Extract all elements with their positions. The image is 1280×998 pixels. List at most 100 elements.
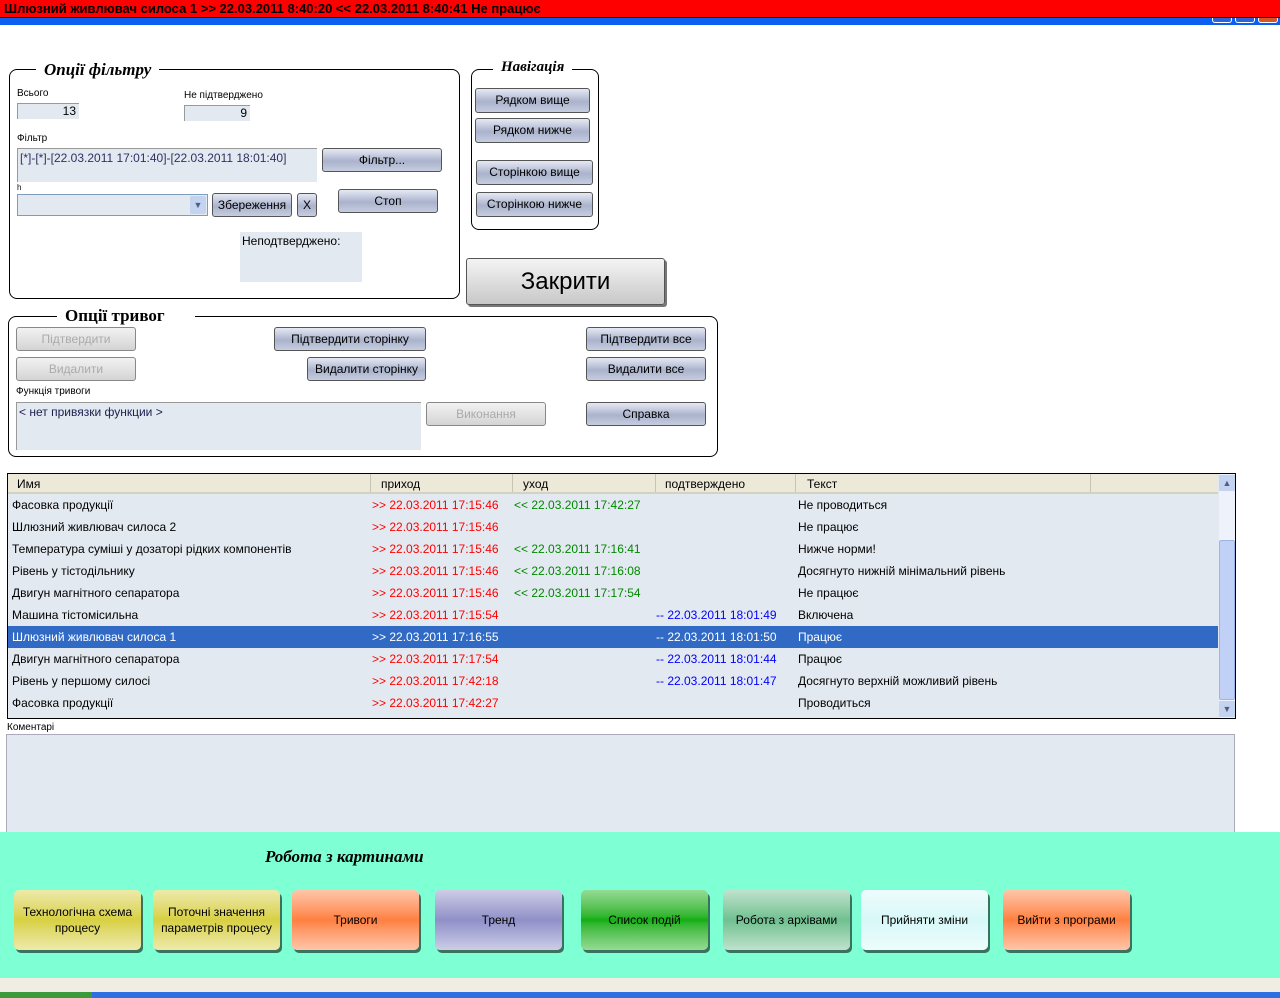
cell-name: Рівень у тістодільнику xyxy=(12,564,135,578)
cell-in: >> 22.03.2011 17:42:18 xyxy=(372,674,499,688)
cell-ack: -- 22.03.2011 18:01:50 xyxy=(656,630,777,644)
total-label: Всього xyxy=(17,88,49,99)
alarm-banner: Шлюзний живлювач силоса 1 >> 22.03.2011 … xyxy=(0,0,1280,18)
status-strip xyxy=(0,978,1280,992)
delete-button[interactable]: Видалити xyxy=(16,357,136,381)
table-row[interactable]: Шлюзний живлювач силоса 2 >> 22.03.2011 1… xyxy=(8,516,1218,538)
cell-out: << 22.03.2011 17:16:41 xyxy=(514,542,641,556)
close-button[interactable]: Закрити xyxy=(466,258,665,305)
cell-in: >> 22.03.2011 17:15:46 xyxy=(372,520,499,534)
filter-button[interactable]: Фільтр... xyxy=(322,148,442,172)
unconfirmed-info: Неподтверджено: xyxy=(240,232,362,282)
table-scrollbar[interactable]: ▲ ▼ xyxy=(1219,474,1235,718)
cell-out: << 22.03.2011 17:16:08 xyxy=(514,564,641,578)
alarm-options-title: Опції тривог xyxy=(57,306,195,326)
scroll-up-icon[interactable]: ▲ xyxy=(1219,475,1235,491)
cell-text: Досягнуто верхній можливий рівень xyxy=(798,674,998,688)
alarm-function-label: Функція тривоги xyxy=(16,386,91,397)
window-close-button[interactable] xyxy=(1258,18,1278,23)
delete-all-button[interactable]: Видалити все xyxy=(586,357,706,381)
filter-label: Фільтр xyxy=(17,133,48,144)
cell-name: Двигун магнітного сепаратора xyxy=(12,652,180,666)
column-header-ack[interactable]: подтверждено xyxy=(665,477,745,491)
cell-ack: -- 22.03.2011 18:01:47 xyxy=(656,674,777,688)
execute-button[interactable]: Виконання xyxy=(426,402,546,426)
maximize-button[interactable] xyxy=(1235,18,1255,23)
scroll-thumb[interactable] xyxy=(1219,540,1235,700)
cell-name: Фасовка продукції xyxy=(12,696,114,710)
cell-text: Не проводиться xyxy=(798,498,888,512)
cell-text: Проводиться xyxy=(798,696,871,710)
scroll-down-icon[interactable]: ▼ xyxy=(1219,701,1235,717)
filter-preset-select[interactable]: ▼ xyxy=(17,194,208,216)
cell-in: >> 22.03.2011 17:15:46 xyxy=(372,498,499,512)
cell-text: Працює xyxy=(798,652,842,666)
cell-in: >> 22.03.2011 17:15:46 xyxy=(372,564,499,578)
cell-ack: -- 22.03.2011 18:01:44 xyxy=(656,652,777,666)
confirm-button[interactable]: Підтвердити xyxy=(16,327,136,351)
combo-label: h xyxy=(17,183,22,192)
column-header-out[interactable]: уход xyxy=(523,477,548,491)
alarm-table: Имя приход уход подтверждено Текст Фасов… xyxy=(7,473,1236,719)
cell-name: Шлюзний живлювач силоса 2 xyxy=(12,520,177,534)
cell-out: << 22.03.2011 17:17:54 xyxy=(514,586,641,600)
row-down-button[interactable]: Рядком нижче xyxy=(475,118,590,143)
help-button[interactable]: Справка xyxy=(586,402,706,426)
cell-in: >> 22.03.2011 17:16:55 xyxy=(372,630,499,644)
picture-button[interactable]: Поточні значення параметрів процесу xyxy=(153,890,280,950)
column-header-in[interactable]: приход xyxy=(381,477,420,491)
cell-name: Машина тістомісильна xyxy=(12,608,139,622)
table-row[interactable]: Рівень у першому силосі >> 22.03.2011 17:… xyxy=(8,670,1218,692)
table-row[interactable]: Двигун магнітного сепаратора >> 22.03.201… xyxy=(8,648,1218,670)
table-row[interactable]: Температура суміші у дозаторі рідких ком… xyxy=(8,538,1218,560)
total-field: 13 xyxy=(17,103,79,119)
table-row[interactable]: Фасовка продукції >> 22.03.2011 17:42:27 П… xyxy=(8,692,1218,714)
column-header-text[interactable]: Текст xyxy=(807,477,837,491)
filter-options-title: Опції фільтру xyxy=(36,60,160,80)
save-button[interactable]: Збереження xyxy=(212,193,292,217)
table-row[interactable]: Шлюзний живлювач силоса 1 >> 22.03.2011 1… xyxy=(8,626,1218,648)
cell-in: >> 22.03.2011 17:15:46 xyxy=(372,542,499,556)
comments-field[interactable] xyxy=(6,734,1235,834)
cell-text: Не працює xyxy=(798,586,859,600)
cell-name: Двигун магнітного сепаратора xyxy=(12,586,180,600)
cell-name: Рівень у першому силосі xyxy=(12,674,151,688)
picture-button[interactable]: Робота з архівами xyxy=(723,890,850,950)
cell-in: >> 22.03.2011 17:42:27 xyxy=(372,696,499,710)
picture-button[interactable]: Тривоги xyxy=(292,890,419,950)
picture-button[interactable]: Технологічна схема процесу xyxy=(14,890,141,950)
chevron-down-icon[interactable]: ▼ xyxy=(190,196,206,214)
clear-button[interactable]: X xyxy=(297,193,317,217)
picture-button[interactable]: Тренд xyxy=(435,890,562,950)
picture-button[interactable]: Вийти з програми xyxy=(1003,890,1130,950)
unconfirmed-field: 9 xyxy=(184,105,250,121)
cell-out: << 22.03.2011 17:42:27 xyxy=(514,498,641,512)
cell-name: Шлюзний живлювач силоса 1 xyxy=(12,630,177,644)
cell-ack: -- 22.03.2011 18:01:49 xyxy=(656,608,777,622)
column-header-name[interactable]: Имя xyxy=(17,477,40,491)
confirm-page-button[interactable]: Підтвердити сторінку xyxy=(274,327,426,351)
confirm-all-button[interactable]: Підтвердити все xyxy=(586,327,706,351)
picture-button[interactable]: Список подій xyxy=(581,890,708,950)
cell-text: Нижче норми! xyxy=(798,542,876,556)
table-row[interactable]: Фасовка продукції >> 22.03.2011 17:15:46 <… xyxy=(8,494,1218,516)
cell-text: Досягнуто нижній мінімальний рівень xyxy=(798,564,1006,578)
table-header: Имя приход уход подтверждено Текст xyxy=(8,474,1218,494)
taskbar xyxy=(0,992,1280,998)
picture-button[interactable]: Прийняти зміни xyxy=(861,890,988,950)
cell-text: Включена xyxy=(798,608,854,622)
page-down-button[interactable]: Сторінкою нижче xyxy=(476,192,593,217)
filter-field[interactable]: [*]-[*]-[22.03.2011 17:01:40]-[22.03.201… xyxy=(17,148,317,182)
table-row[interactable]: Рівень у тістодільнику >> 22.03.2011 17:1… xyxy=(8,560,1218,582)
cell-name: Фасовка продукції xyxy=(12,498,114,512)
minimize-button[interactable] xyxy=(1212,18,1232,23)
page-up-button[interactable]: Сторінкою вище xyxy=(476,160,593,185)
row-up-button[interactable]: Рядком вище xyxy=(475,88,590,113)
stop-button[interactable]: Стоп xyxy=(338,189,438,213)
navigation-title: Навігація xyxy=(493,59,573,76)
table-row[interactable]: Машина тістомісильна >> 22.03.2011 17:15:… xyxy=(8,604,1218,626)
delete-page-button[interactable]: Видалити сторінку xyxy=(307,357,426,381)
table-row[interactable]: Двигун магнітного сепаратора >> 22.03.201… xyxy=(8,582,1218,604)
cell-in: >> 22.03.2011 17:15:46 xyxy=(372,586,499,600)
start-button[interactable] xyxy=(0,992,92,998)
